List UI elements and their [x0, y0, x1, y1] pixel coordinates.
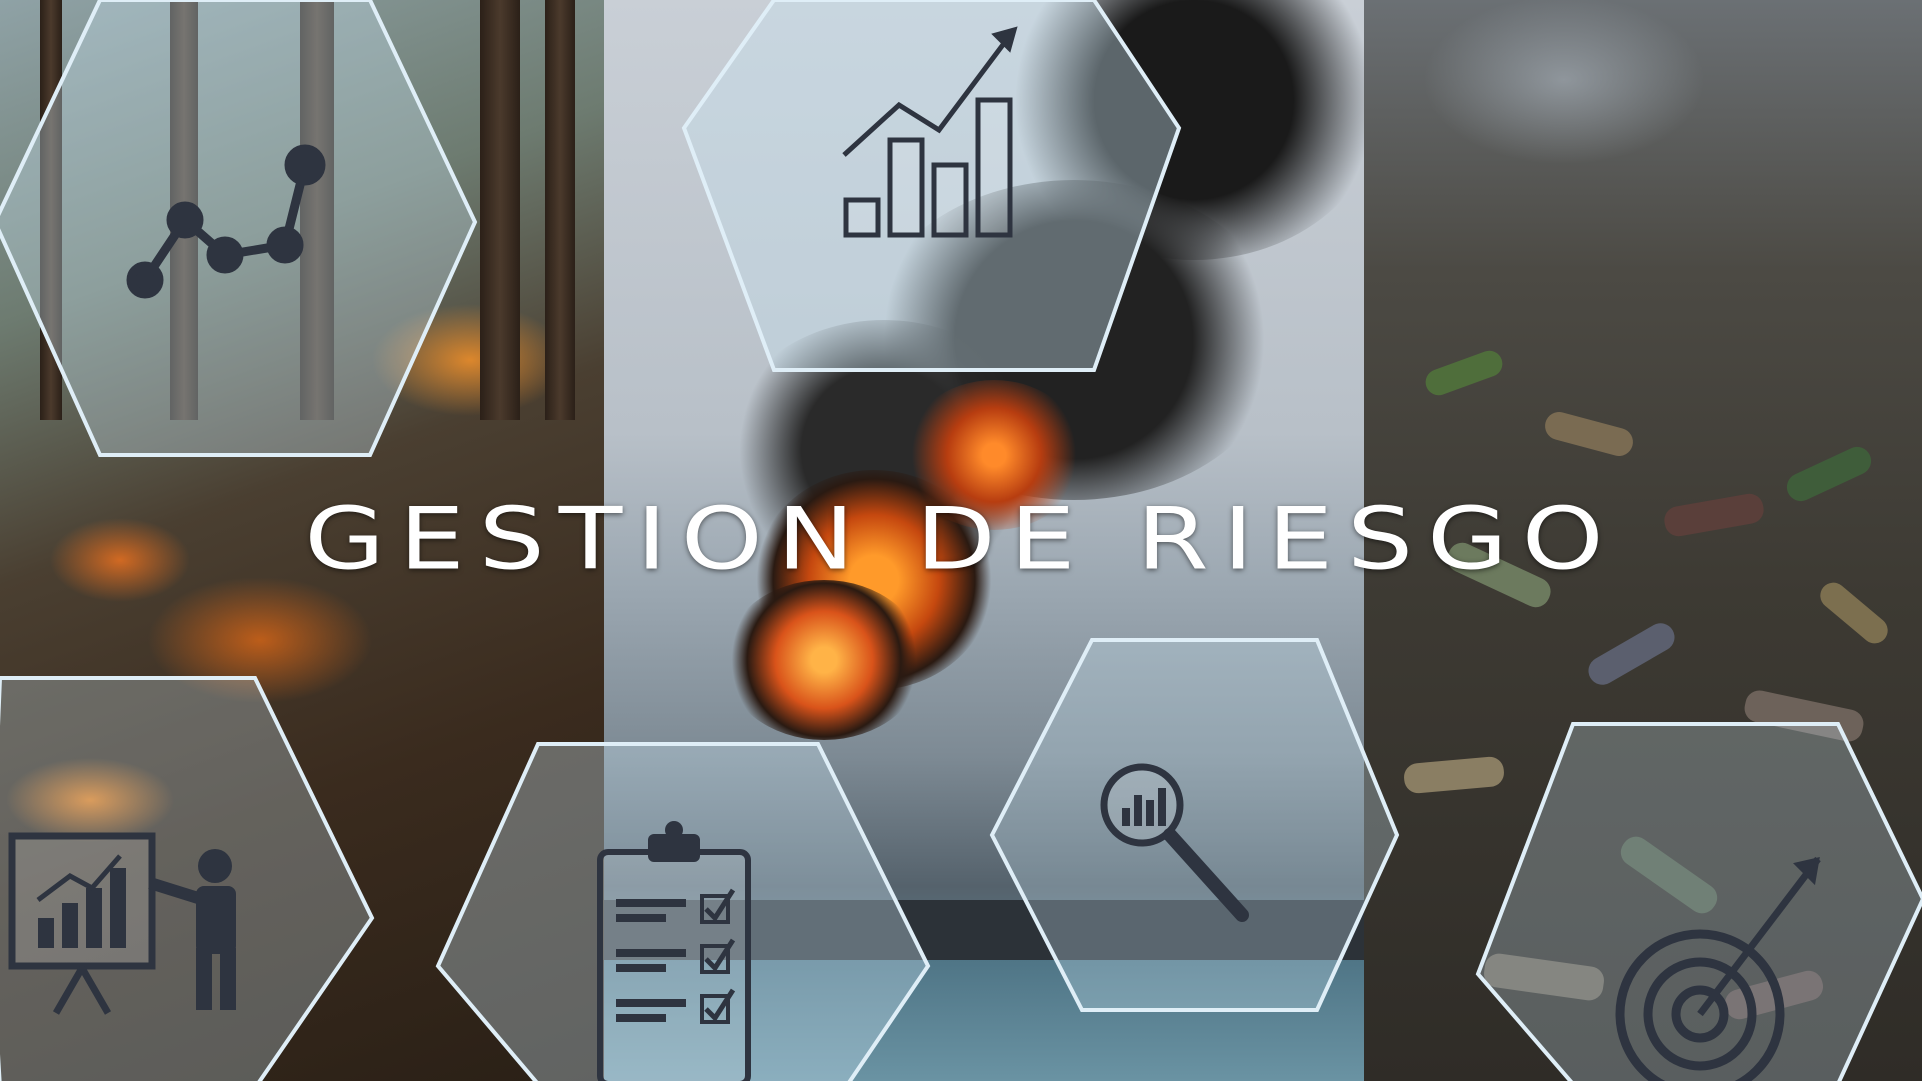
page-title: GESTION DE RIESGO [304, 488, 1618, 590]
magnifier-hexagon [989, 638, 1412, 1030]
title-container: GESTION DE RIESGO [0, 478, 1922, 600]
checklist-icon [597, 821, 751, 1081]
line-graph-hexagon [0, 0, 480, 460]
presentation-hexagon [0, 676, 380, 1081]
banner: GESTION DE RIESGO [0, 0, 1922, 1081]
growth-chart-hexagon [681, 0, 1184, 372]
target-hexagon [1475, 722, 1922, 1081]
checklist-hexagon [435, 742, 938, 1081]
